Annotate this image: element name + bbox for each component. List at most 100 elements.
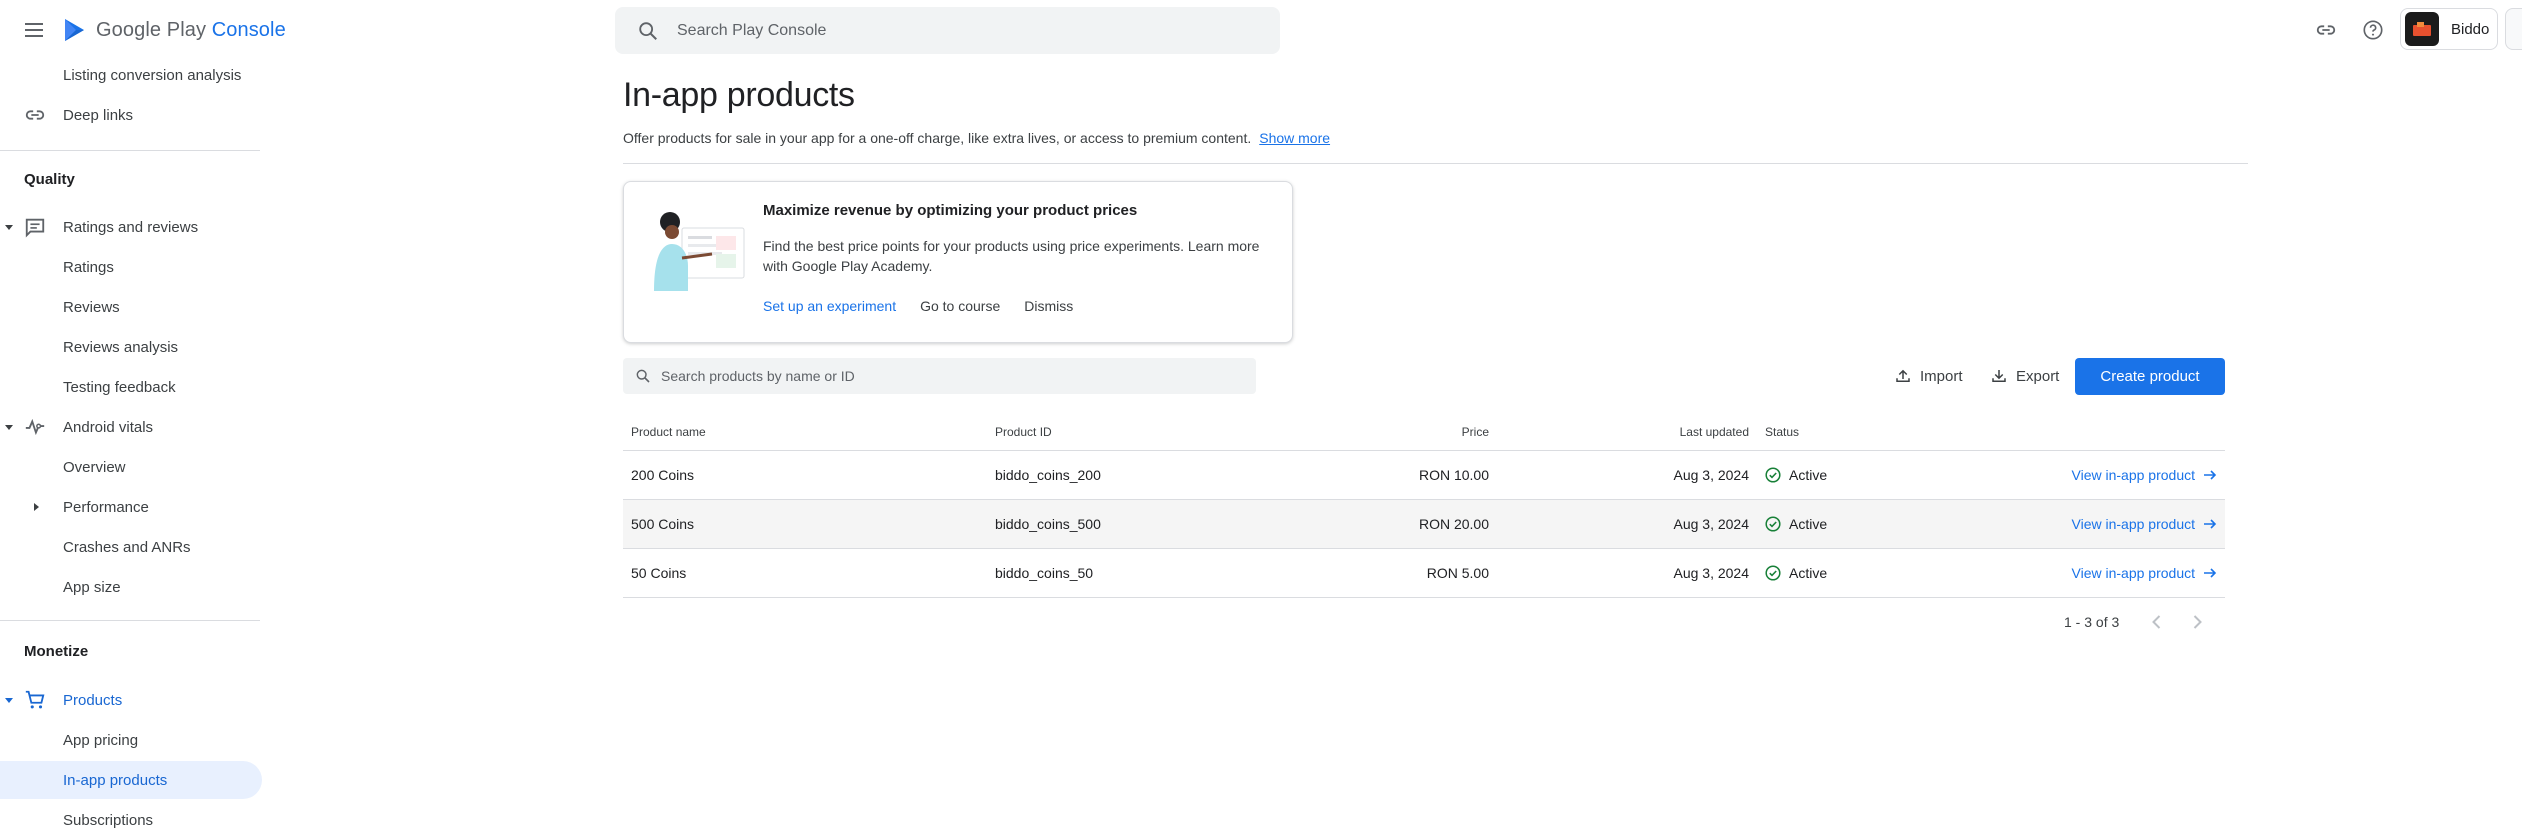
column-header-last-updated[interactable]: Last updated xyxy=(1497,415,1757,451)
sidebar-item-label: In-app products xyxy=(63,771,168,789)
top-bar: Google Play Console Search Play Console … xyxy=(0,0,2522,60)
status-badge: Active xyxy=(1789,515,1828,532)
column-header-product-id[interactable]: Product ID xyxy=(987,415,1317,451)
price-cell: RON 20.00 xyxy=(1317,499,1497,549)
product-search-placeholder: Search products by name or ID xyxy=(661,368,855,384)
view-link-label: View in-app product xyxy=(2071,564,2195,581)
menu-icon[interactable] xyxy=(22,18,46,42)
check-circle-icon xyxy=(1765,466,1781,483)
check-circle-icon xyxy=(1765,564,1781,581)
sidebar-item-label: Performance xyxy=(63,498,149,516)
view-in-app-product-link[interactable]: View in-app product xyxy=(2072,516,2217,532)
sidebar-item-reviews[interactable]: Reviews xyxy=(0,288,262,326)
table-row[interactable]: 200 Coins biddo_coins_200 RON 10.00 Aug … xyxy=(623,450,2225,500)
view-in-app-product-link[interactable]: View in-app product xyxy=(2072,565,2217,581)
link-icon[interactable] xyxy=(2310,14,2342,46)
set-up-experiment-button[interactable]: Set up an experiment xyxy=(763,298,896,314)
promo-actions: Set up an experiment Go to course Dismis… xyxy=(763,298,1073,314)
sidebar-item-crashes-and-anrs[interactable]: Crashes and ANRs xyxy=(0,528,262,566)
search-icon xyxy=(639,21,657,40)
table-row[interactable]: 500 Coins biddo_coins_500 RON 20.00 Aug … xyxy=(623,499,2225,549)
view-in-app-product-link[interactable]: View in-app product xyxy=(2072,467,2217,483)
promo-title: Maximize revenue by optimizing your prod… xyxy=(763,202,1138,219)
vitals-icon xyxy=(25,418,45,436)
sidebar-item-ratings[interactable]: Ratings xyxy=(0,248,262,286)
help-icon[interactable] xyxy=(2357,14,2389,46)
sidebar-item-performance[interactable]: Performance xyxy=(0,488,262,526)
status-cell: Active xyxy=(1757,499,1987,549)
caret-down-icon xyxy=(5,425,13,430)
sidebar-item-app-pricing[interactable]: App pricing xyxy=(0,721,262,759)
sidebar-item-label: Reviews xyxy=(63,298,120,316)
action-cell: View in-app product xyxy=(1987,450,2225,500)
export-button[interactable]: Export xyxy=(1990,358,2059,394)
status-badge: Active xyxy=(1789,564,1828,581)
search-icon xyxy=(636,369,650,383)
view-link-label: View in-app product xyxy=(2071,466,2195,483)
header-divider xyxy=(623,163,2248,164)
product-name-cell: 500 Coins xyxy=(623,499,987,549)
account-chip[interactable] xyxy=(2505,8,2522,50)
sidebar-item-label: Subscriptions xyxy=(63,811,154,829)
arrow-right-icon xyxy=(2204,469,2217,480)
section-header-monetize: Monetize xyxy=(24,643,89,660)
page-title: In-app products xyxy=(623,76,855,114)
import-button[interactable]: Import xyxy=(1894,358,1963,394)
sidebar-item-deep-links[interactable]: Deep links xyxy=(0,96,262,134)
play-console-logo[interactable]: Google Play Console xyxy=(62,16,286,44)
show-more-link[interactable]: Show more xyxy=(1259,130,1330,146)
sidebar-item-ratings-and-reviews[interactable]: Ratings and reviews xyxy=(0,208,262,246)
sidebar-item-android-vitals[interactable]: Android vitals xyxy=(0,408,262,446)
sidebar-item-products[interactable]: Products xyxy=(0,681,262,719)
sidebar-item-listing-conversion[interactable]: Listing conversion analysis xyxy=(0,56,262,94)
sidebar-item-reviews-analysis[interactable]: Reviews analysis xyxy=(0,328,262,366)
promo-body: Find the best price points for your prod… xyxy=(763,238,1260,274)
create-product-button[interactable]: Create product xyxy=(2075,358,2225,395)
dismiss-button[interactable]: Dismiss xyxy=(1024,298,1073,314)
app-selector[interactable]: Biddo xyxy=(2400,8,2498,50)
column-header-product-name[interactable]: Product name xyxy=(623,415,987,451)
pagination: 1 - 3 of 3 xyxy=(2064,612,2207,632)
check-circle-icon xyxy=(1765,515,1781,532)
sidebar-item-in-app-products[interactable]: In-app products xyxy=(0,761,262,799)
deep-link-icon xyxy=(25,110,45,120)
product-search-input[interactable]: Search products by name or ID xyxy=(623,358,1256,394)
chevron-left-icon[interactable] xyxy=(2147,612,2167,632)
sidebar-item-label: Crashes and ANRs xyxy=(63,538,191,556)
product-name-cell: 200 Coins xyxy=(623,450,987,500)
play-logo-icon xyxy=(65,19,84,41)
arrow-right-icon xyxy=(2204,567,2217,578)
sidebar-item-subscriptions[interactable]: Subscriptions xyxy=(0,801,262,837)
sidebar-item-testing-feedback[interactable]: Testing feedback xyxy=(0,368,262,406)
sidebar-item-overview[interactable]: Overview xyxy=(0,448,262,486)
sidebar-item-label: Overview xyxy=(63,458,126,476)
status-badge: Active xyxy=(1789,466,1828,483)
caret-down-icon xyxy=(5,698,13,703)
table-row[interactable]: 50 Coins biddo_coins_50 RON 5.00 Aug 3, … xyxy=(623,548,2225,598)
sidebar-item-label: Android vitals xyxy=(63,418,154,436)
go-to-course-button[interactable]: Go to course xyxy=(920,298,1000,314)
product-id-cell: biddo_coins_500 xyxy=(987,499,1317,549)
sidebar-item-label: Products xyxy=(63,691,123,709)
sidebar-item-app-size[interactable]: App size xyxy=(0,568,262,606)
price-experiment-promo-card: Maximize revenue by optimizing your prod… xyxy=(623,181,1293,343)
sidebar: Listing conversion analysis Deep links Q… xyxy=(0,60,262,837)
last-updated-cell: Aug 3, 2024 xyxy=(1497,548,1757,598)
sidebar-item-label: Deep links xyxy=(63,106,134,124)
chevron-right-icon[interactable] xyxy=(2187,612,2207,632)
caret-right-icon xyxy=(34,503,39,511)
action-cell: View in-app product xyxy=(1987,499,2225,549)
column-header-price[interactable]: Price xyxy=(1317,415,1497,451)
app-icon xyxy=(2405,12,2439,46)
product-id-cell: biddo_coins_50 xyxy=(987,548,1317,598)
last-updated-cell: Aug 3, 2024 xyxy=(1497,450,1757,500)
column-header-actions xyxy=(1987,415,2225,451)
top-search-input[interactable]: Search Play Console xyxy=(615,7,1280,54)
pagination-range: 1 - 3 of 3 xyxy=(2064,614,2120,630)
page-description-text: Offer products for sale in your app for … xyxy=(623,130,1252,146)
last-updated-cell: Aug 3, 2024 xyxy=(1497,499,1757,549)
section-header-quality: Quality xyxy=(24,171,75,188)
status-cell: Active xyxy=(1757,548,1987,598)
products-table: Product name Product ID Price Last updat… xyxy=(623,415,2225,598)
column-header-status[interactable]: Status xyxy=(1757,415,1987,451)
